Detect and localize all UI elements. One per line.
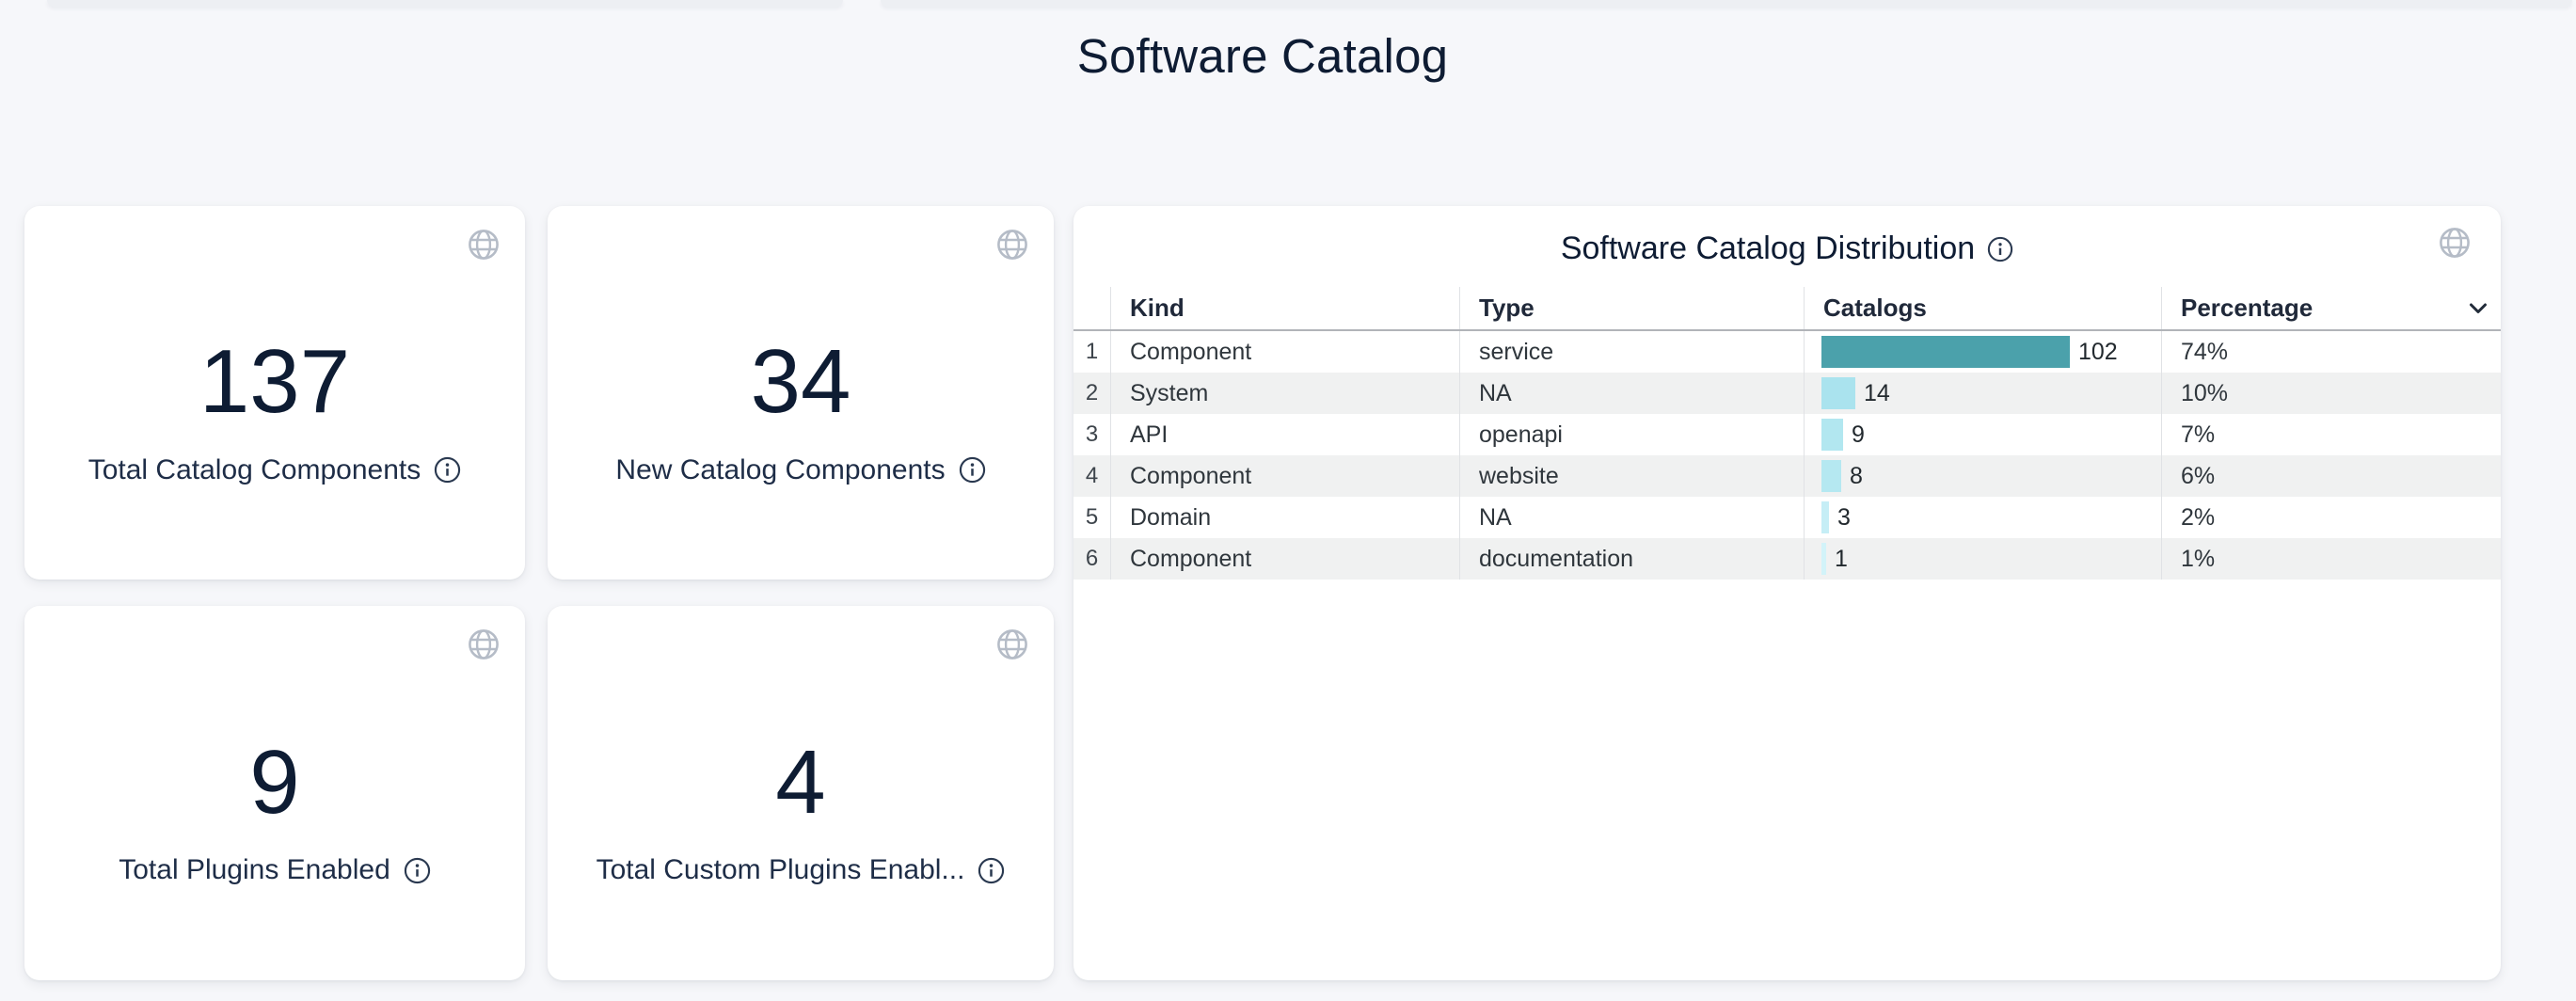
catalogs-value: 9 [1852, 421, 1865, 449]
cell-kind: API [1110, 414, 1459, 455]
info-icon[interactable] [404, 857, 431, 884]
cell-percentage: 6% [2161, 455, 2501, 497]
stat-card-new-catalog-components: 34 New Catalog Components [548, 206, 1054, 580]
info-icon[interactable] [1987, 236, 2013, 262]
cutoff-card-strip-left [47, 0, 843, 7]
cell-catalogs: 102 [1804, 331, 2161, 373]
cell-catalogs: 1 [1804, 538, 2161, 580]
cell-percentage: 7% [2161, 414, 2501, 455]
table-row: 2SystemNA 14 10% [1073, 373, 2501, 414]
globe-icon[interactable] [995, 628, 1029, 661]
cell-percentage: 10% [2161, 373, 2501, 414]
globe-icon[interactable] [467, 628, 501, 661]
cell-type: NA [1459, 497, 1804, 538]
row-number: 6 [1073, 538, 1110, 580]
cell-kind: Component [1110, 331, 1459, 373]
cell-catalogs: 3 [1804, 497, 2161, 538]
info-icon[interactable] [978, 857, 1005, 884]
table-row: 3APIopenapi 9 7% [1073, 414, 2501, 455]
header-type[interactable]: Type [1459, 287, 1804, 329]
distribution-table: Kind Type Catalogs Percentage 1Component… [1073, 287, 2501, 580]
cutoff-card-strip-right [881, 0, 2572, 7]
distribution-card: Software Catalog Distribution Kind Type … [1073, 206, 2501, 980]
cell-kind: Domain [1110, 497, 1459, 538]
globe-icon[interactable] [467, 228, 501, 262]
stat-content: 4 Total Custom Plugins Enabl... [548, 606, 1054, 980]
header-percentage[interactable]: Percentage [2161, 287, 2501, 329]
table-row: 1Componentservice 102 74% [1073, 331, 2501, 373]
catalogs-value: 8 [1850, 463, 1863, 490]
cell-percentage: 2% [2161, 497, 2501, 538]
table-row: 5DomainNA 3 2% [1073, 497, 2501, 538]
stat-card-total-plugins-enabled: 9 Total Plugins Enabled [24, 606, 525, 980]
header-percentage-label: Percentage [2181, 294, 2313, 323]
cell-type: NA [1459, 373, 1804, 414]
cell-type: openapi [1459, 414, 1804, 455]
info-icon[interactable] [434, 456, 461, 484]
cell-percentage: 74% [2161, 331, 2501, 373]
cell-catalogs: 14 [1804, 373, 2161, 414]
stat-content: 9 Total Plugins Enabled [24, 606, 525, 980]
cell-type: service [1459, 331, 1804, 373]
globe-icon[interactable] [995, 228, 1029, 262]
row-number: 2 [1073, 373, 1110, 414]
catalogs-value: 14 [1864, 380, 1890, 407]
cell-percentage: 1% [2161, 538, 2501, 580]
catalogs-bar [1821, 543, 1826, 575]
cell-type: documentation [1459, 538, 1804, 580]
table-row: 6Componentdocumentation 1 1% [1073, 538, 2501, 580]
stat-card-total-catalog-components: 137 Total Catalog Components [24, 206, 525, 580]
cell-kind: Component [1110, 538, 1459, 580]
page-title: Software Catalog [24, 28, 2501, 84]
stat-label: Total Plugins Enabled [119, 854, 390, 886]
catalogs-value: 102 [2078, 339, 2118, 366]
catalogs-bar [1821, 460, 1841, 492]
catalogs-value: 1 [1835, 546, 1848, 573]
cell-kind: Component [1110, 455, 1459, 497]
catalogs-bar [1821, 419, 1843, 451]
distribution-title: Software Catalog Distribution [1561, 230, 1975, 267]
stat-content: 137 Total Catalog Components [24, 206, 525, 580]
catalogs-bar [1821, 501, 1829, 533]
header-kind[interactable]: Kind [1110, 287, 1459, 329]
row-number: 1 [1073, 331, 1110, 373]
row-number: 5 [1073, 497, 1110, 538]
stat-value: 9 [249, 736, 299, 831]
catalogs-bar [1821, 377, 1855, 409]
catalogs-bar [1821, 336, 2070, 368]
stat-label: Total Custom Plugins Enabl... [596, 854, 965, 886]
header-catalogs[interactable]: Catalogs [1804, 287, 2161, 329]
cell-kind: System [1110, 373, 1459, 414]
cell-type: website [1459, 455, 1804, 497]
row-number: 3 [1073, 414, 1110, 455]
cell-catalogs: 9 [1804, 414, 2161, 455]
stat-value: 34 [751, 335, 851, 430]
stat-content: 34 New Catalog Components [548, 206, 1054, 580]
catalogs-value: 3 [1837, 504, 1851, 532]
info-icon[interactable] [959, 456, 986, 484]
chevron-down-icon[interactable] [2469, 303, 2488, 314]
cell-catalogs: 8 [1804, 455, 2161, 497]
table-header-row: Kind Type Catalogs Percentage [1073, 287, 2501, 331]
table-row: 4Componentwebsite 8 6% [1073, 455, 2501, 497]
stat-label: New Catalog Components [615, 454, 945, 486]
row-number: 4 [1073, 455, 1110, 497]
header-row-number [1073, 287, 1110, 329]
distribution-table-body: 1Componentservice10274%2SystemNA1410%3AP… [1073, 331, 2501, 580]
stat-value: 4 [775, 736, 825, 831]
stat-value: 137 [199, 335, 350, 430]
stat-label: Total Catalog Components [88, 454, 421, 486]
stat-card-total-custom-plugins-enabled: 4 Total Custom Plugins Enabl... [548, 606, 1054, 980]
